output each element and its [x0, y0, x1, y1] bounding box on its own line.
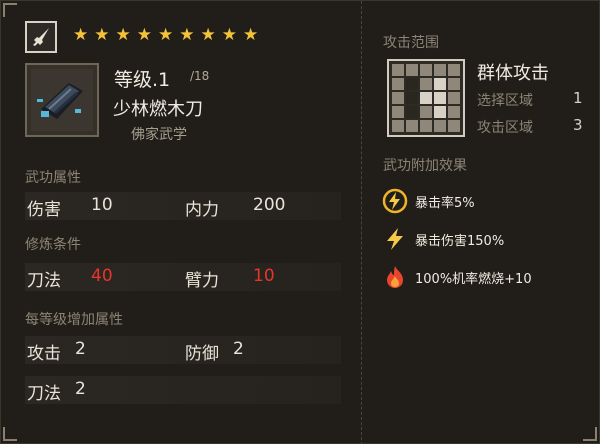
damage-value: 10 [91, 195, 113, 215]
inner-power-value: 200 [253, 195, 286, 215]
damage-label: 伤害 [27, 200, 61, 220]
skill-detail-panel: ★ ★ ★ ★ ★ ★ ★ ★ ★ 等级.1 /18 少林燃木刀 佛家武学 武功… [0, 0, 600, 444]
star-icon: ★ [243, 25, 259, 45]
attack-bonus-value: 2 [75, 339, 86, 359]
select-area-label: 选择区域 [477, 93, 533, 109]
blade-item-icon [31, 69, 93, 131]
star-icon: ★ [158, 25, 174, 45]
fire-icon [387, 266, 403, 288]
blade-requirement-label: 刀法 [27, 271, 61, 291]
section-title-per-level: 每等级增加属性 [25, 312, 123, 328]
defense-bonus-value: 2 [233, 339, 244, 359]
attack-area-label: 攻击区域 [477, 120, 533, 136]
effect-text: 100%机率燃烧+10 [415, 271, 532, 287]
star-icon: ★ [73, 25, 89, 45]
blade-bonus-value: 2 [75, 379, 86, 399]
star-icon: ★ [115, 25, 131, 45]
section-title-attributes: 武功属性 [25, 170, 81, 186]
attack-range-grid [387, 59, 465, 137]
effect-text: 暴击伤害150% [415, 233, 505, 249]
attack-area-value: 3 [573, 116, 583, 134]
extra-effects-title: 武功附加效果 [383, 158, 467, 174]
panel-corner-ornament [583, 427, 597, 441]
star-icon: ★ [179, 25, 195, 45]
effect-text: 暴击率5% [415, 195, 475, 211]
stat-row-per-level-1: 攻击 2 防御 2 [25, 336, 341, 364]
column-divider [361, 1, 362, 444]
star-icon: ★ [221, 25, 237, 45]
section-title-requirements: 修炼条件 [25, 237, 81, 253]
attack-range-title: 攻击范围 [383, 35, 439, 51]
arm-strength-label: 臂力 [185, 271, 219, 291]
star-icon: ★ [136, 25, 152, 45]
select-area-value: 1 [573, 89, 583, 107]
stat-row-attributes: 伤害 10 内力 200 [25, 192, 341, 220]
star-icon: ★ [200, 25, 216, 45]
effect-burn: 100%机率燃烧+10 [381, 263, 532, 291]
star-icon: ★ [94, 25, 110, 45]
arm-strength-value: 10 [253, 266, 275, 286]
blade-bonus-label: 刀法 [27, 384, 61, 404]
inner-power-label: 内力 [185, 200, 219, 220]
skill-max-level: /18 [190, 69, 210, 83]
blade-requirement-value: 40 [91, 266, 113, 286]
attack-type: 群体攻击 [477, 63, 549, 84]
skill-name: 少林燃木刀 [113, 99, 203, 120]
panel-corner-ornament [3, 427, 17, 441]
defense-bonus-label: 防御 [185, 344, 219, 364]
attack-bonus-label: 攻击 [27, 344, 61, 364]
skill-level: 等级.1 [114, 69, 171, 91]
lightning-circle-icon [382, 188, 408, 214]
skill-school: 佛家武学 [131, 127, 187, 143]
stat-row-requirements: 刀法 40 臂力 10 [25, 263, 341, 291]
item-icon [25, 63, 99, 137]
panel-corner-ornament [3, 3, 17, 17]
effect-crit-rate: 暴击率5% [381, 187, 475, 215]
lightning-icon [387, 228, 403, 250]
effect-crit-damage: 暴击伤害150% [381, 225, 504, 253]
stat-row-per-level-2: 刀法 2 [25, 376, 341, 404]
sword-icon [33, 28, 49, 46]
weapon-type-badge [25, 21, 57, 53]
star-rating: ★ ★ ★ ★ ★ ★ ★ ★ ★ [73, 25, 258, 45]
